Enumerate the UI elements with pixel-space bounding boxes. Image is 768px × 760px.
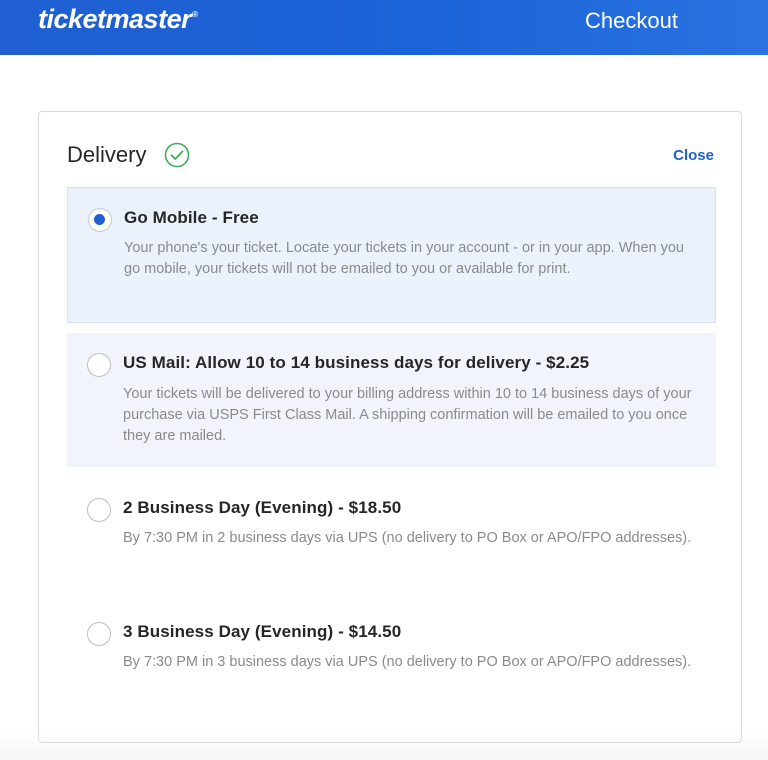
option-description: By 7:30 PM in 3 business days via UPS (n… (123, 654, 692, 670)
page-title: Checkout (585, 8, 678, 33)
delivery-card: Delivery Close Go Mobile - Free Your pho… (38, 111, 742, 743)
radio-button[interactable] (87, 622, 111, 646)
option-description: Your tickets will be delivered to your b… (123, 386, 692, 444)
option-title: 3 Business Day (Evening) - $14.50 (123, 622, 402, 641)
delivery-option-3-business-day[interactable]: 3 Business Day (Evening) - $14.50 By 7:3… (67, 607, 716, 712)
option-title: 2 Business Day (Evening) - $18.50 (123, 498, 402, 517)
close-link[interactable]: Close (673, 147, 714, 164)
option-title: US Mail: Allow 10 to 14 business days fo… (123, 353, 590, 372)
option-description: By 7:30 PM in 2 business days via UPS (n… (123, 530, 692, 546)
bottom-fade (0, 730, 768, 760)
delivery-option-2-business-day[interactable]: 2 Business Day (Evening) - $18.50 By 7:3… (67, 482, 716, 587)
option-title: Go Mobile - Free (124, 208, 259, 227)
ticketmaster-logo[interactable]: ticketmaster® (38, 4, 198, 35)
top-header-bar: ticketmaster® Checkout (0, 0, 768, 55)
delivery-option-us-mail[interactable]: US Mail: Allow 10 to 14 business days fo… (67, 333, 716, 467)
check-circle-icon (164, 142, 190, 168)
option-description: Your phone's your ticket. Locate your ti… (124, 240, 684, 277)
delivery-option-go-mobile[interactable]: Go Mobile - Free Your phone's your ticke… (67, 187, 716, 323)
radio-button[interactable] (87, 353, 111, 377)
radio-button[interactable] (87, 498, 111, 522)
radio-button-selected[interactable] (88, 208, 112, 232)
delivery-heading: Delivery (67, 142, 147, 167)
